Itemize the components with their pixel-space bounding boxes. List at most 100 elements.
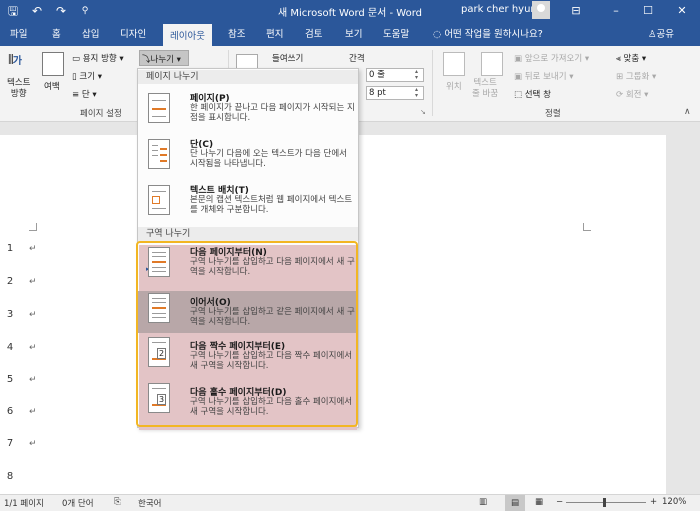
size-button[interactable]: ▯ 크기 ▾ — [72, 70, 102, 82]
tab-design[interactable]: 디자인 — [120, 26, 146, 40]
redo-icon[interactable]: ↷ — [54, 3, 68, 19]
text-wrapping-icon — [148, 185, 170, 215]
menu-item-description: 본문의 캡션 텍스트처럼 웹 페이지에서 텍스트를 개체와 구분합니다. — [190, 195, 353, 215]
columns-button[interactable]: ≡ 단 ▾ — [72, 88, 97, 100]
line-number: 3 — [6, 309, 14, 320]
breaks-icon: ⤵ — [142, 55, 151, 65]
page-setup-group-label: 페이지 설정 — [80, 109, 122, 119]
paragraph-dialog-launcher-icon[interactable]: ↘ — [420, 108, 426, 116]
zoom-in-button[interactable]: + — [650, 497, 657, 507]
save-icon[interactable]: 🖫 — [6, 3, 20, 19]
line-number: 4 — [6, 342, 14, 353]
wrap-text-button[interactable]: 텍스트 줄 바꿈 — [472, 78, 498, 100]
maximize-icon[interactable]: ☐ — [634, 2, 662, 20]
tab-review[interactable]: 검토 — [305, 26, 322, 40]
menu-item-text-wrapping-break[interactable]: 텍스트 배치(T) 본문의 캡션 텍스트처럼 웹 페이지에서 텍스트를 개체와 … — [138, 183, 358, 229]
group-button[interactable]: ⊞ 그룹화 ▾ — [616, 70, 656, 82]
tab-help[interactable]: 도움말 — [383, 26, 409, 40]
group-separator — [432, 50, 433, 116]
page-breaks-header: 페이지 나누기 — [138, 70, 358, 84]
page-break-icon — [148, 93, 170, 123]
tab-view[interactable]: 보기 — [345, 26, 362, 40]
person-icon: ♙ — [648, 29, 657, 40]
arrange-group-label: 정렬 — [545, 109, 561, 119]
menu-item-column-break[interactable]: 단(C) 단 나누기 다음에 오는 텍스트가 다음 단에서 시작됨을 나타냅니다… — [138, 137, 358, 183]
section-breaks-header: 구역 나누기 — [138, 227, 358, 241]
paragraph-mark: ↵ — [29, 277, 37, 287]
selection-pane-button[interactable]: ⬚ 선택 창 — [514, 88, 551, 100]
customize-qat-icon[interactable]: ⚲ — [78, 3, 92, 19]
tab-home[interactable]: 홈 — [52, 26, 61, 40]
quick-access-toolbar: 🖫 ↶ ↷ ⚲ — [6, 3, 92, 19]
orientation-button[interactable]: ▭ 용지 방향 ▾ — [72, 52, 124, 64]
menu-item-page-break[interactable]: 페이지(P) 한 페이지가 끝나고 다음 페이지가 시작되는 지점을 표시합니다… — [138, 91, 358, 139]
align-button[interactable]: ⫷ 맞춤 ▾ — [616, 52, 646, 64]
align-icon: ⫷ — [616, 54, 624, 64]
spacing-after-input[interactable]: 8 pt — [366, 86, 424, 100]
section-breaks-annotation-box — [136, 241, 358, 427]
tab-insert[interactable]: 삽입 — [82, 26, 99, 40]
spacing-label: 간격 — [349, 54, 365, 64]
zoom-slider[interactable] — [566, 502, 646, 503]
zoom-out-button[interactable]: − — [556, 497, 563, 507]
group-icon: ⊞ — [616, 72, 626, 82]
position-icon — [443, 52, 465, 76]
undo-icon[interactable]: ↶ — [30, 3, 44, 19]
vertical-scrollbar[interactable] — [683, 123, 700, 494]
print-layout-icon[interactable]: ▤ — [505, 495, 525, 511]
rotate-icon: ⟳ — [616, 90, 626, 100]
text-direction-button[interactable]: 텍스트 방향 — [7, 78, 30, 100]
language[interactable]: 한국어 — [138, 497, 161, 509]
margins-icon — [42, 52, 64, 76]
tell-me-search[interactable]: ◌ 어떤 작업을 원하시나요? — [433, 26, 543, 40]
tab-mailings[interactable]: 편지 — [266, 26, 283, 40]
paragraph-mark: ↵ — [29, 343, 37, 353]
menu-item-description: 단 나누기 다음에 오는 텍스트가 다음 단에서 시작됨을 나타냅니다. — [190, 149, 347, 169]
margin-corner-mark — [29, 223, 37, 231]
bring-forward-button[interactable]: ▣ 앞으로 가져오기 ▾ — [514, 52, 589, 64]
proofing-icon[interactable]: ⎘ — [114, 497, 121, 507]
collapse-ribbon-icon[interactable]: ∧ — [684, 107, 691, 117]
window-title: 새 Microsoft Word 문서 - Word — [277, 8, 423, 19]
avatar[interactable] — [532, 1, 550, 19]
margins-button[interactable]: 여백 — [44, 80, 60, 92]
selection-pane-icon: ⬚ — [514, 90, 525, 100]
ribbon-display-options-icon[interactable]: ⊟ — [562, 2, 590, 20]
margin-corner-mark — [583, 223, 591, 231]
line-number: 6 — [6, 406, 14, 417]
position-button[interactable]: 위치 — [446, 80, 462, 92]
spacing-before-input[interactable]: 0 줄 — [366, 68, 424, 82]
ribbon-tabs: 파일 홈 삽입 디자인 레이아웃 참조 편지 검토 보기 도움말 ◌ 어떤 작업… — [0, 22, 700, 46]
paragraph-mark: ↵ — [29, 407, 37, 417]
lightbulb-icon: ◌ — [433, 29, 445, 40]
menu-item-description: 한 페이지가 끝나고 다음 페이지가 시작되는 지점을 표시합니다. — [190, 103, 355, 123]
minimize-icon[interactable]: – — [602, 2, 630, 20]
web-layout-icon[interactable]: ▦ — [535, 497, 543, 507]
line-number: 8 — [6, 471, 14, 482]
word-count[interactable]: 0개 단어 — [62, 497, 94, 509]
bring-forward-icon: ▣ — [514, 54, 525, 64]
share-button[interactable]: ♙공유 — [648, 26, 674, 40]
send-backward-icon: ▣ — [514, 72, 525, 82]
paragraph-mark: ↵ — [29, 439, 37, 449]
line-number: 1 — [6, 243, 14, 254]
tab-file[interactable]: 파일 — [10, 26, 27, 40]
line-number: 5 — [6, 374, 14, 385]
breaks-button[interactable]: ⤵나누기 ▾ — [139, 50, 189, 66]
zoom-level[interactable]: 120% — [662, 497, 686, 507]
send-backward-button[interactable]: ▣ 뒤로 보내기 ▾ — [514, 70, 574, 82]
close-icon[interactable]: ✕ — [668, 2, 696, 20]
page-count[interactable]: 1/1 페이지 — [4, 497, 44, 509]
zoom-slider-thumb[interactable] — [603, 498, 606, 507]
tab-layout[interactable]: 레이아웃 — [163, 24, 212, 46]
rotate-button[interactable]: ⟳ 회전 ▾ — [616, 88, 648, 100]
user-name[interactable]: park cher hyun — [461, 4, 537, 15]
orientation-icon: ▭ — [72, 54, 83, 64]
read-mode-icon[interactable]: ▥ — [479, 497, 487, 507]
tab-references[interactable]: 참조 — [228, 26, 245, 40]
status-bar: 1/1 페이지 0개 단어 ⎘ 한국어 ▥ ▤ ▦ − + 120% — [0, 494, 700, 511]
title-bar: 🖫 ↶ ↷ ⚲ 새 Microsoft Word 문서 - Word park … — [0, 0, 700, 22]
columns-icon: ≡ — [72, 90, 82, 100]
indent-label: 들여쓰기 — [272, 54, 304, 64]
paragraph-mark: ↵ — [29, 244, 37, 254]
